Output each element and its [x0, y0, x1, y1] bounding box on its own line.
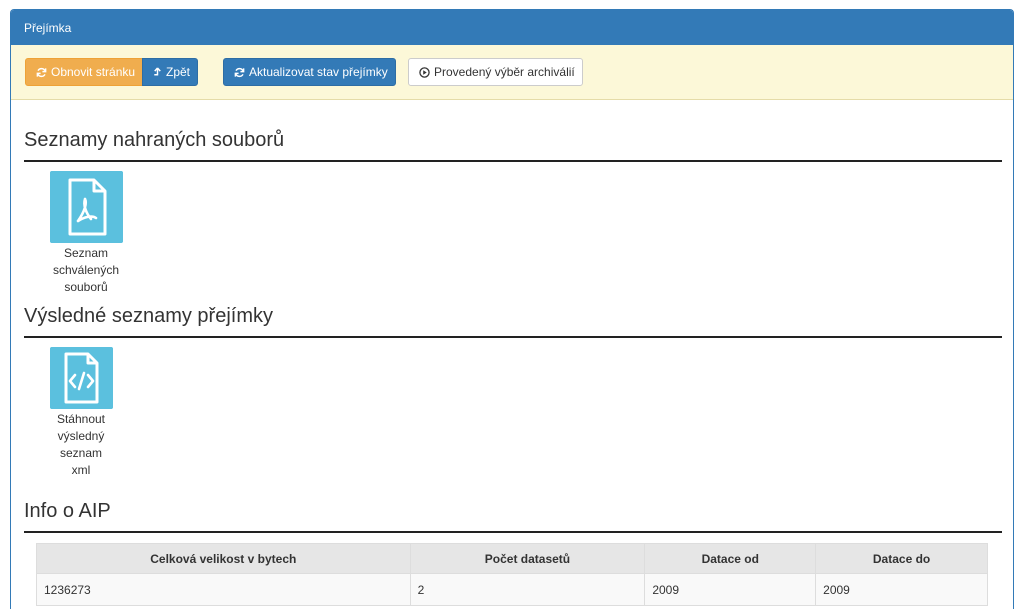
approved-files-label-1: Seznam: [63, 246, 109, 260]
code-file-icon: [49, 347, 113, 409]
refresh-icon: [234, 67, 245, 77]
arrow-up-icon: [154, 66, 161, 76]
toolbar: Obnovit stránku Zpět Aktualizovat stav p…: [11, 45, 1013, 100]
table-header-row: Celková velikost v bytech Počet datasetů…: [36, 543, 988, 574]
refresh-page-button[interactable]: Obnovit stránku: [25, 58, 143, 86]
update-acceptance-label: Aktualizovat stav přejímky: [249, 65, 388, 79]
col-header-total-size: Celková velikost v bytech: [36, 543, 411, 574]
aip-info-table: Celková velikost v bytech Počet datasetů…: [36, 543, 988, 606]
back-label: Zpět: [166, 65, 191, 79]
play-circle-icon: [419, 66, 430, 78]
panel-title: Přejímka: [24, 21, 72, 35]
pdf-file-icon: [49, 171, 123, 243]
archive-selection-button[interactable]: Provedený výběr archiválií: [408, 58, 583, 86]
refresh-icon: [36, 67, 47, 77]
approved-files-pdf-tile[interactable]: Seznam schválených souborů: [41, 171, 131, 296]
download-result-xml-tile[interactable]: Stáhnout výsledný seznam xml: [36, 347, 126, 479]
panel-heading: Přejímka: [11, 10, 1013, 45]
col-header-dataset-count: Počet datasetů: [409, 543, 646, 574]
table-row: 1236273 2 2009 2009: [36, 573, 988, 606]
col-header-date-from: Datace od: [644, 543, 817, 574]
refresh-page-label: Obnovit stránku: [51, 65, 136, 79]
result-lists-heading: Výsledné seznamy přejímky: [24, 304, 1002, 338]
cell-date-to: 2009: [815, 573, 988, 606]
cell-date-from: 2009: [644, 573, 817, 606]
result-xml-label-1: Stáhnout: [56, 412, 106, 426]
acceptance-panel: Přejímka Obnovit stránku Zpět Aktualizov…: [10, 9, 1014, 609]
col-header-date-to: Datace do: [815, 543, 988, 574]
update-acceptance-button[interactable]: Aktualizovat stav přejímky: [223, 58, 396, 86]
uploaded-lists-heading: Seznamy nahraných souborů: [24, 128, 1002, 162]
result-xml-label-3: seznam: [59, 446, 103, 460]
approved-files-label-2: schválených: [52, 263, 120, 277]
cell-total-size: 1236273: [36, 573, 411, 606]
back-button[interactable]: Zpět: [142, 58, 198, 86]
approved-files-label-3: souborů: [64, 280, 108, 294]
result-xml-label-2: výsledný: [57, 429, 105, 443]
result-xml-label-4: xml: [71, 463, 91, 477]
cell-dataset-count: 2: [409, 573, 646, 606]
archive-selection-label: Provedený výběr archiválií: [434, 65, 575, 79]
aip-info-heading: Info o AIP: [24, 499, 1002, 533]
